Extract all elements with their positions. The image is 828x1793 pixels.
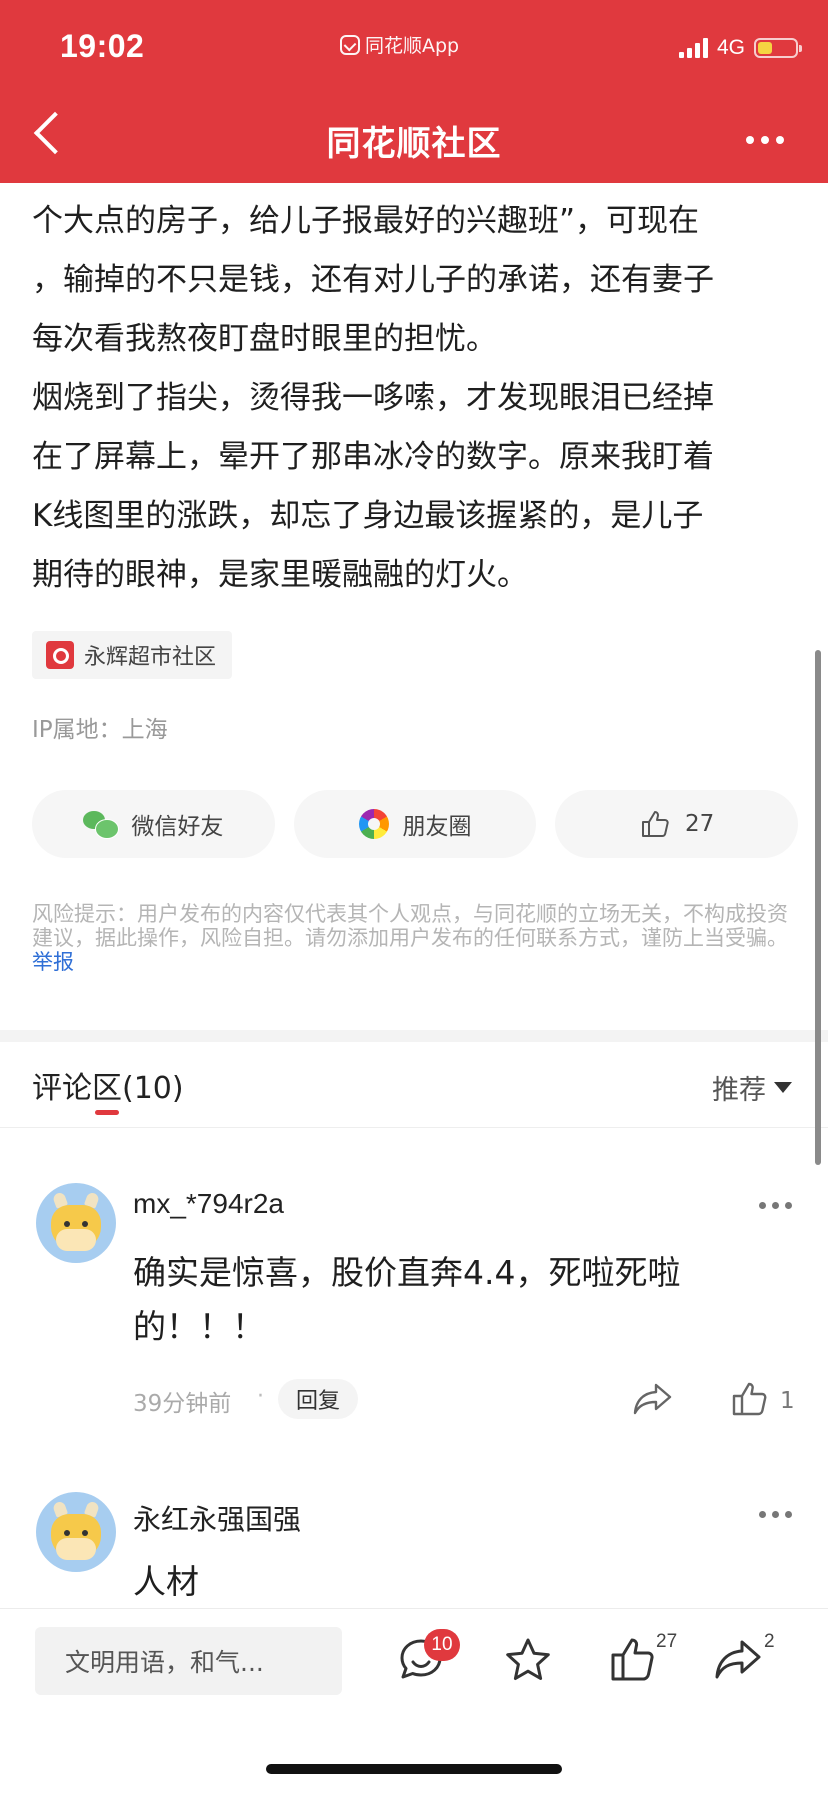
share-icon[interactable]: [713, 1635, 763, 1685]
comment-time: 39分钟前: [133, 1391, 232, 1417]
share-wechat-button[interactable]: 微信好友: [32, 790, 275, 858]
share-moments-button[interactable]: 朋友圈: [293, 790, 537, 858]
page-title: 同花顺社区: [326, 124, 502, 164]
article-line: ，输掉的不只是钱，还有对儿子的承诺，还有妻子: [32, 262, 714, 298]
article-line: 每次看我熬夜盯盘时眼里的担忧。: [32, 321, 497, 357]
comment-count-badge: 10: [424, 1629, 460, 1661]
battery-icon: [754, 38, 802, 58]
article-body: 个大点的房子，给儿子报最好的兴趣班”，可现在 ，输掉的不只是钱，还有对儿子的承诺…: [32, 192, 802, 605]
comments-title[interactable]: 评论区(10): [32, 1063, 184, 1107]
star-icon[interactable]: [503, 1635, 553, 1685]
comment-like-count: 1: [780, 1388, 795, 1414]
thumbs-up-icon: [642, 811, 669, 837]
risk-text: 风险提示：用户发布的内容仅代表其个人观点，与同花顺的立场无关，不构成投资建议，据…: [32, 902, 788, 950]
meta-dot: ·: [257, 1384, 264, 1409]
app-return-icon: [340, 34, 360, 55]
comment-username[interactable]: 永红永强国强: [133, 1498, 301, 1538]
caret-down-icon: [774, 1082, 792, 1093]
share-icon[interactable]: [632, 1381, 674, 1417]
sort-label: 推荐: [712, 1075, 766, 1106]
ip-location: IP属地：上海: [32, 717, 168, 743]
section-divider: [0, 1030, 828, 1042]
comment-more-button[interactable]: [759, 1202, 792, 1209]
network-type: 4G: [716, 36, 745, 59]
status-right: 4G: [678, 36, 802, 60]
comment-input[interactable]: 文明用语，和气...: [35, 1627, 342, 1695]
thumbs-up-icon[interactable]: [608, 1635, 658, 1685]
wechat-icon: [83, 811, 120, 839]
article-line: 烟烧到了指尖，烫得我一哆嗦，才发现眼泪已经掉: [32, 380, 714, 416]
community-icon: [46, 641, 74, 669]
comment-username[interactable]: mx_*794r2a: [133, 1188, 284, 1220]
report-link[interactable]: 举报: [32, 950, 74, 974]
share-wechat-label: 微信好友: [131, 814, 224, 840]
like-article-button[interactable]: 27: [555, 790, 799, 858]
share-moments-label: 朋友圈: [402, 814, 472, 840]
moments-icon: [358, 809, 389, 839]
avatar[interactable]: [36, 1492, 116, 1572]
header-separator: [0, 1127, 828, 1128]
avatar[interactable]: [36, 1183, 116, 1263]
comment-text: 确实是惊喜，股价直奔4.4，死啦死啦的！！！: [133, 1253, 681, 1346]
more-button[interactable]: [746, 136, 784, 144]
comment-text: 人材: [133, 1562, 199, 1601]
home-indicator[interactable]: [266, 1764, 562, 1774]
signal-icon: [678, 38, 708, 58]
scrollbar[interactable]: [815, 650, 821, 1165]
community-tag[interactable]: 永辉超市社区: [32, 631, 233, 679]
community-tag-label: 永辉超市社区: [84, 645, 217, 670]
article-line: 期待的眼神，是家里暖融融的灯火。: [32, 557, 528, 593]
top-bar: 19:02 同花顺App 4G 同花顺社区: [0, 0, 828, 183]
reply-button[interactable]: 回复: [278, 1379, 359, 1419]
bottom-share-count: 2: [764, 1631, 775, 1652]
status-app-name: 同花顺App: [365, 35, 460, 57]
status-app-indicator[interactable]: 同花顺App: [340, 31, 459, 58]
comment-more-button[interactable]: [759, 1511, 792, 1518]
article-line: 个大点的房子，给儿子报最好的兴趣班”，可现在: [32, 203, 700, 239]
comments-tab-indicator: [95, 1110, 119, 1115]
bottom-like-count: 27: [656, 1631, 678, 1652]
status-time: 19:02: [60, 28, 145, 64]
share-row: 微信好友 朋友圈 27: [32, 790, 799, 858]
thumbs-up-icon[interactable]: [730, 1380, 770, 1418]
article-line: 在了屏幕上，晕开了那串冰冷的数字。原来我盯着: [32, 439, 714, 475]
risk-notice: 风险提示：用户发布的内容仅代表其个人观点，与同花顺的立场无关，不构成投资建议，据…: [32, 902, 802, 974]
sort-dropdown[interactable]: 推荐: [712, 1068, 792, 1107]
article-line: K线图里的涨跌，却忘了身边最该握紧的，是儿子: [32, 498, 704, 534]
like-article-count: 27: [685, 811, 715, 837]
